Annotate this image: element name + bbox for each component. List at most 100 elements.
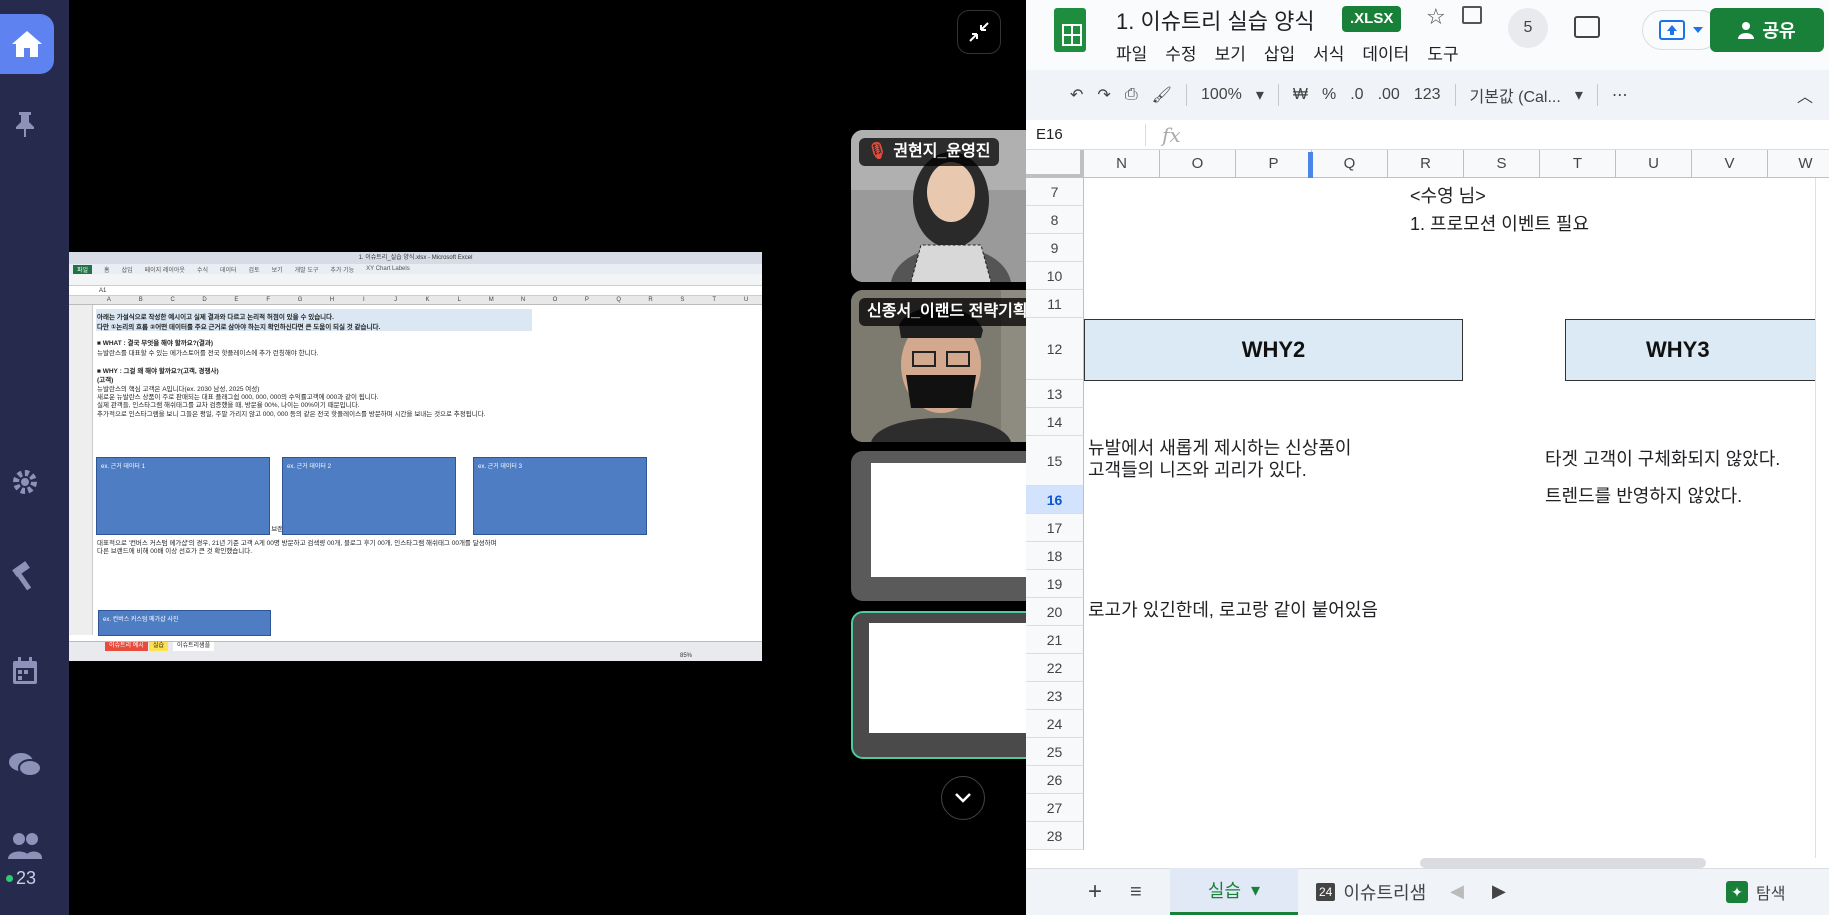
row-header[interactable]: 25 xyxy=(1026,738,1084,766)
row-header[interactable]: 22 xyxy=(1026,654,1084,682)
exit-fullscreen-button[interactable] xyxy=(957,10,1001,54)
scroll-tabs-left-icon[interactable]: ◀ xyxy=(1450,881,1464,902)
collapse-menus-icon[interactable]: ︿ xyxy=(1797,83,1813,107)
select-all-corner[interactable] xyxy=(1026,150,1084,178)
excel-column-header[interactable]: S xyxy=(666,296,698,304)
home-button[interactable] xyxy=(0,14,54,74)
vertical-scrollbar[interactable] xyxy=(1815,178,1829,858)
excel-sheet-tab-2[interactable]: 실습 xyxy=(149,642,169,651)
excel-column-header[interactable]: T xyxy=(698,296,730,304)
star-icon[interactable]: ☆ xyxy=(1426,4,1446,30)
row-header[interactable]: 14 xyxy=(1026,408,1084,436)
excel-column-header[interactable]: F xyxy=(252,296,284,304)
chevron-down-icon[interactable]: ▾ xyxy=(1251,880,1260,901)
shared-screen[interactable]: 1. 이슈트리_실습 양식.xlsx - Microsoft Excel 파일 홈… xyxy=(69,252,762,661)
sheet-tab-active[interactable]: 실습 ▾ xyxy=(1170,868,1298,915)
all-sheets-icon[interactable]: ≡ xyxy=(1130,881,1142,904)
why3-box[interactable]: WHY3 xyxy=(1565,319,1829,381)
excel-ribbon-tab[interactable]: 수식 xyxy=(197,265,208,274)
horizontal-scrollbar-thumb[interactable] xyxy=(1420,858,1706,868)
sheets-logo-icon[interactable] xyxy=(1054,8,1086,52)
cell-t16[interactable]: 트렌드를 반영하지 않았다. xyxy=(1545,482,1742,508)
excel-ribbon-tab[interactable]: 데이터 xyxy=(220,265,237,274)
tools-button[interactable] xyxy=(0,558,50,594)
column-header[interactable]: N xyxy=(1084,150,1160,177)
excel-column-header[interactable]: H xyxy=(316,296,348,304)
row-header[interactable]: 24 xyxy=(1026,710,1084,738)
name-box[interactable]: E16 xyxy=(1026,123,1146,146)
row-header[interactable]: 17 xyxy=(1026,514,1084,542)
excel-column-header[interactable]: K xyxy=(412,296,444,304)
row-header[interactable]: 21 xyxy=(1026,626,1084,654)
row-header[interactable]: 28 xyxy=(1026,822,1084,850)
zoom-select[interactable]: 100% xyxy=(1201,86,1242,104)
excel-column-header[interactable]: E xyxy=(220,296,252,304)
doc-title[interactable]: 1. 이슈트리 실습 양식 xyxy=(1116,4,1315,36)
excel-column-header[interactable]: L xyxy=(443,296,475,304)
move-to-folder-icon[interactable] xyxy=(1462,6,1482,24)
cell-s7[interactable]: <수영 님> xyxy=(1410,182,1486,208)
row-header[interactable]: 18 xyxy=(1026,542,1084,570)
menu-item[interactable]: 도구 xyxy=(1427,40,1458,65)
row-header[interactable]: 15 xyxy=(1026,436,1084,486)
menu-item[interactable]: 보기 xyxy=(1215,40,1246,65)
row-header[interactable]: 11 xyxy=(1026,290,1084,318)
row-header[interactable]: 16 xyxy=(1026,486,1084,514)
cell-t15[interactable]: 타겟 고객이 구체화되지 않았다. xyxy=(1545,445,1780,471)
why2-box[interactable]: WHY2 xyxy=(1084,319,1463,381)
cell-s8[interactable]: 1. 프로모션 이벤트 필요 xyxy=(1410,210,1589,236)
scroll-tabs-right-icon[interactable]: ▶ xyxy=(1492,881,1506,902)
row-header[interactable]: 23 xyxy=(1026,682,1084,710)
cell-n20[interactable]: 로고가 있긴한데, 로고랑 같이 붙어있음 xyxy=(1088,596,1378,622)
menu-item[interactable]: 파일 xyxy=(1116,40,1147,65)
excel-ribbon-tab[interactable]: XY Chart Labels xyxy=(366,266,410,272)
column-header[interactable]: O xyxy=(1160,150,1236,177)
chat-button[interactable] xyxy=(0,748,50,784)
calendar-button[interactable] xyxy=(0,653,50,689)
excel-ribbon-tab[interactable]: 홈 xyxy=(104,265,110,274)
share-button[interactable]: 공유 xyxy=(1710,8,1824,52)
present-button[interactable] xyxy=(1642,10,1720,50)
excel-column-header[interactable]: C xyxy=(157,296,189,304)
row-header[interactable]: 20 xyxy=(1026,598,1084,626)
column-header[interactable]: T xyxy=(1540,150,1616,177)
add-sheet-icon[interactable]: + xyxy=(1088,878,1102,906)
column-resize-handle[interactable] xyxy=(1308,152,1313,178)
undo-icon[interactable]: ↶ xyxy=(1070,85,1083,105)
row-header[interactable]: 9 xyxy=(1026,234,1084,262)
row-header[interactable]: 27 xyxy=(1026,794,1084,822)
currency-format-button[interactable]: ₩ xyxy=(1293,86,1308,104)
excel-ribbon-tab[interactable]: 검토 xyxy=(249,265,260,274)
column-header[interactable]: U xyxy=(1616,150,1692,177)
more-options-icon[interactable]: ⋯ xyxy=(1612,85,1628,105)
row-header[interactable]: 13 xyxy=(1026,380,1084,408)
excel-column-header[interactable]: J xyxy=(380,296,412,304)
row-header[interactable]: 7 xyxy=(1026,178,1084,206)
row-header[interactable]: 10 xyxy=(1026,262,1084,290)
row-header[interactable]: 19 xyxy=(1026,570,1084,598)
comment-history-icon[interactable] xyxy=(1574,16,1600,38)
paint-format-icon[interactable]: 🖌 xyxy=(1152,85,1172,105)
excel-column-header[interactable]: N xyxy=(507,296,539,304)
excel-column-header[interactable]: O xyxy=(539,296,571,304)
excel-ribbon-tab[interactable]: 페이지 레이아웃 xyxy=(145,265,185,274)
increase-decimal-button[interactable]: .00 xyxy=(1378,86,1400,104)
menu-item[interactable]: 수정 xyxy=(1165,40,1196,65)
excel-ribbon-tab[interactable]: 삽입 xyxy=(122,265,133,274)
chevron-down-icon[interactable]: ▾ xyxy=(1256,85,1264,105)
excel-column-header[interactable]: B xyxy=(125,296,157,304)
chevron-down-icon[interactable]: ▾ xyxy=(1575,85,1583,105)
row-header[interactable]: 8 xyxy=(1026,206,1084,234)
excel-column-header[interactable]: Q xyxy=(603,296,635,304)
redo-icon[interactable]: ↷ xyxy=(1097,85,1110,105)
excel-column-header[interactable]: G xyxy=(284,296,316,304)
excel-column-header[interactable]: U xyxy=(730,296,762,304)
excel-column-header[interactable]: R xyxy=(635,296,667,304)
settings-button[interactable] xyxy=(0,464,50,500)
menu-item[interactable]: 삽입 xyxy=(1264,40,1295,65)
excel-ribbon-tab[interactable]: 개발 도구 xyxy=(295,265,319,274)
cell-n15-line2[interactable]: 고객들의 니즈와 괴리가 있다. xyxy=(1088,456,1307,482)
excel-column-header[interactable]: A xyxy=(93,296,125,304)
participants-button[interactable] xyxy=(0,828,50,864)
explore-button[interactable]: ✦ 탐색 xyxy=(1726,868,1785,915)
